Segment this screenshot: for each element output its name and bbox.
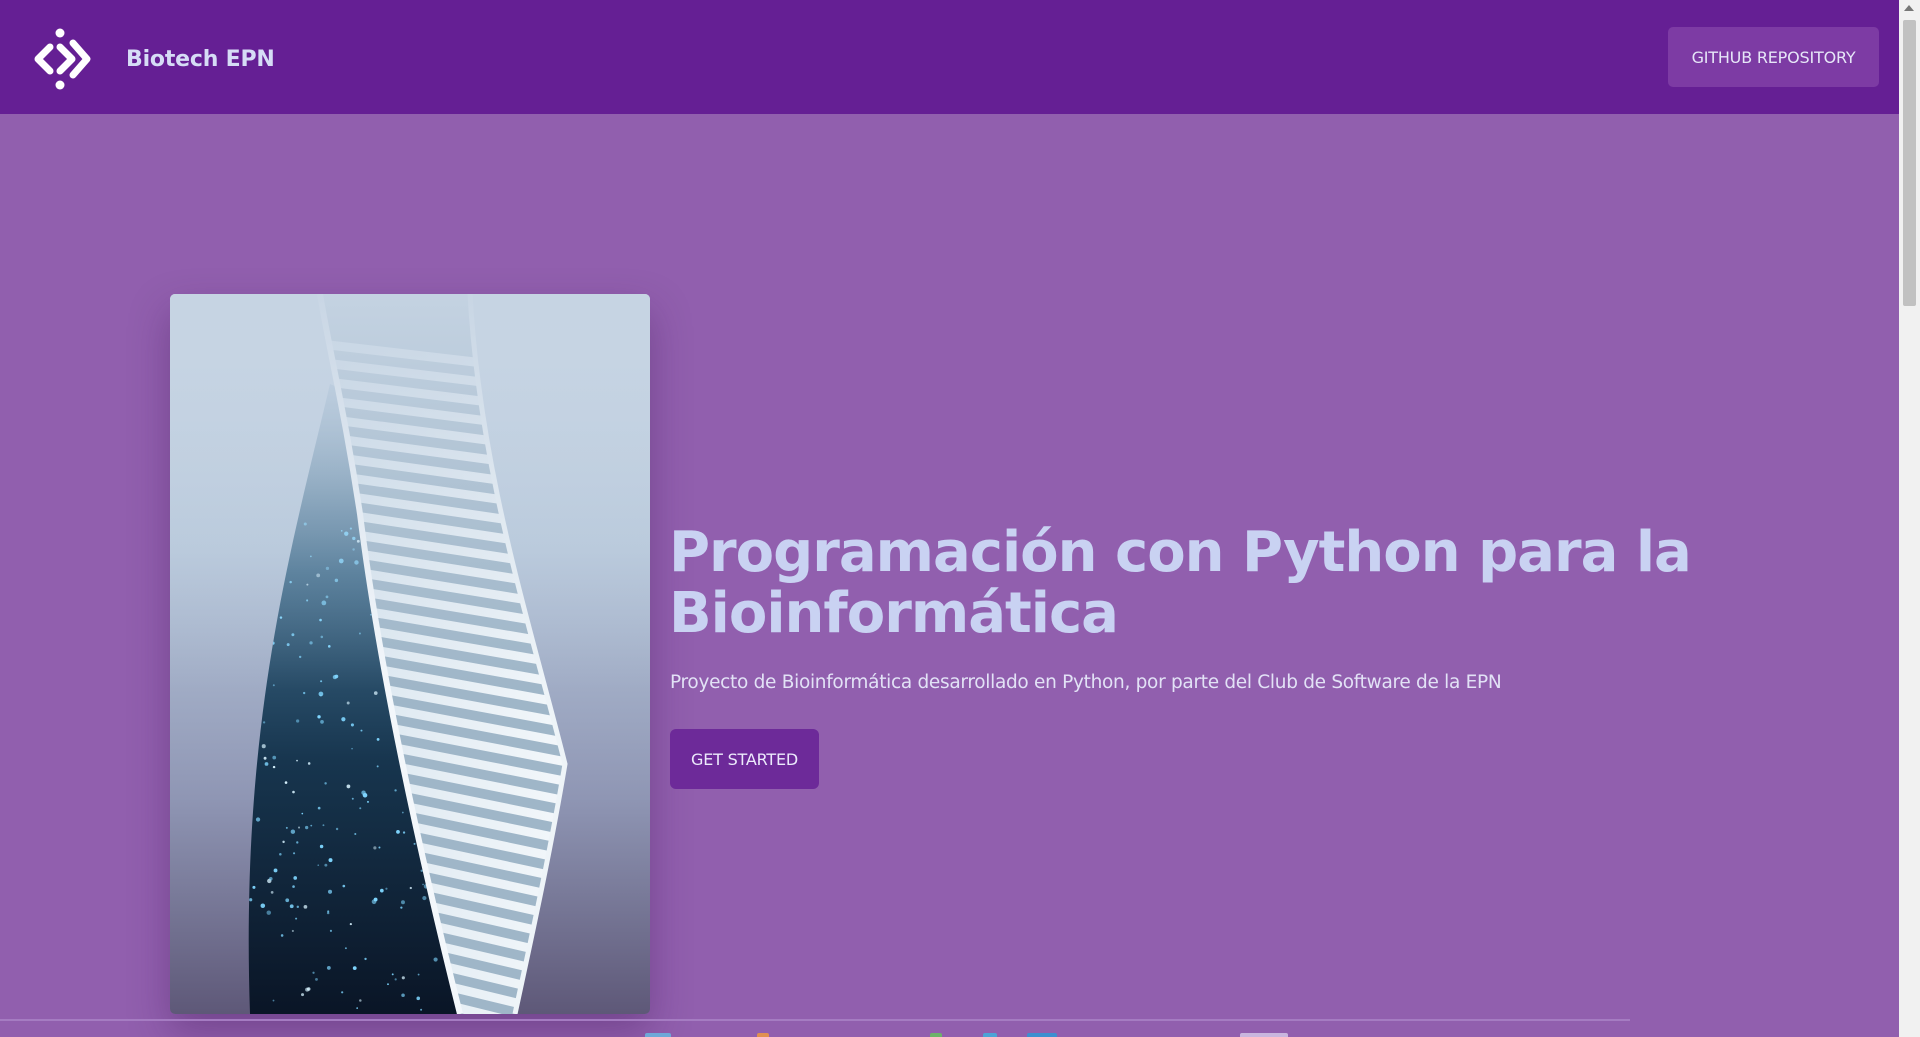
taskbar-app-icon[interactable] xyxy=(983,1033,997,1037)
brand-link[interactable]: Biotech EPN xyxy=(28,26,275,92)
taskbar-divider xyxy=(0,1019,1630,1021)
taskbar-app-icon[interactable] xyxy=(757,1033,769,1037)
brand-name: Biotech EPN xyxy=(126,46,275,72)
get-started-button[interactable]: GET STARTED xyxy=(670,729,819,789)
taskbar-app-icon[interactable] xyxy=(1240,1033,1288,1037)
taskbar-app-icon[interactable] xyxy=(1027,1033,1057,1037)
spiral-skyscraper-image xyxy=(170,294,650,1014)
github-repository-button[interactable]: GITHUB REPOSITORY xyxy=(1668,27,1879,87)
hero-subtitle: Proyecto de Bioinformática desarrollado … xyxy=(670,672,1502,693)
taskbar-app-icon[interactable] xyxy=(930,1033,942,1037)
navbar: Biotech EPN GITHUB REPOSITORY xyxy=(0,0,1899,114)
hero-image xyxy=(170,294,650,1014)
scroll-up-arrow-icon[interactable] xyxy=(1904,5,1914,11)
taskbar-app-icon[interactable] xyxy=(645,1033,671,1037)
vertical-scrollbar[interactable] xyxy=(1899,0,1920,1037)
diamond-chevrons-logo-icon xyxy=(34,28,91,90)
scrollbar-thumb[interactable] xyxy=(1903,20,1916,306)
taskbar-peek xyxy=(0,1030,1899,1037)
page: Biotech EPN GITHUB REPOSITORY Programaci… xyxy=(0,0,1920,1037)
hero-title: Programación con Python para la Bioinfor… xyxy=(669,520,1692,646)
